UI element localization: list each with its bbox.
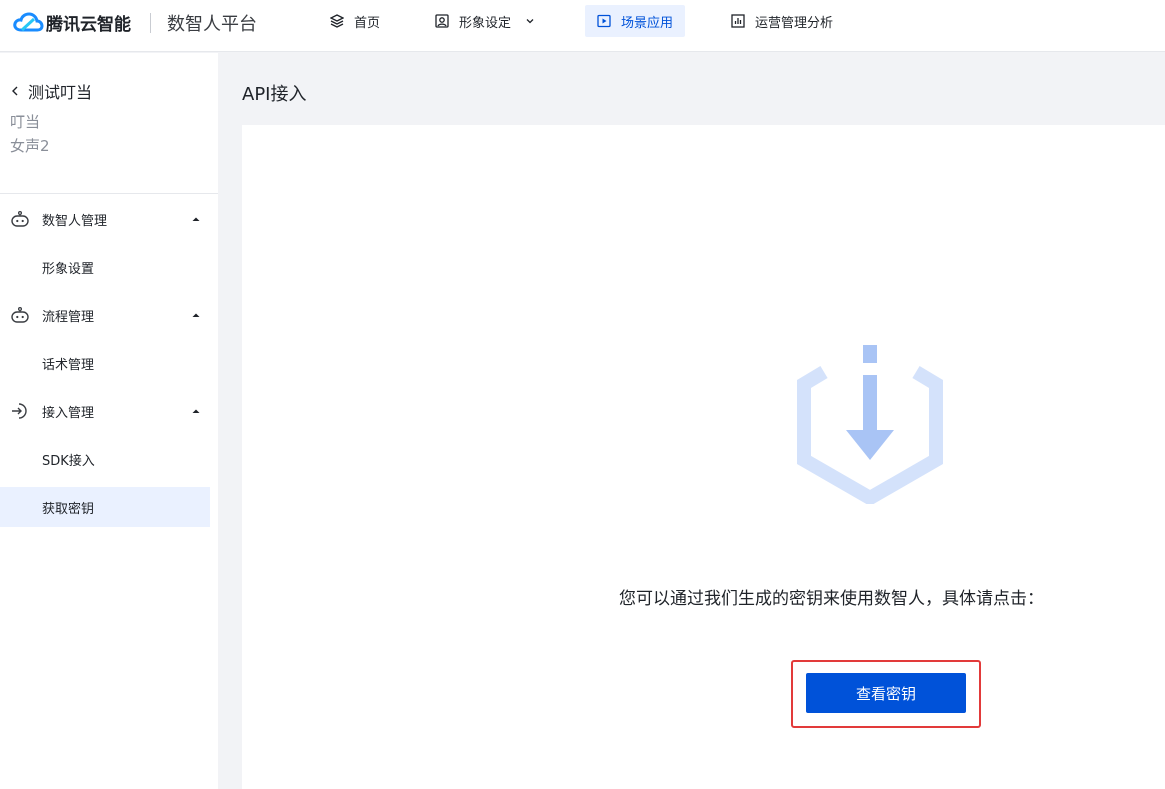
nav-ops-analysis[interactable]: 运营管理分析: [719, 5, 845, 37]
nav-home[interactable]: 首页: [318, 5, 392, 37]
cloud-logo-icon: [13, 12, 44, 32]
caret-up-icon: [192, 217, 200, 221]
caret-up-icon: [192, 409, 200, 413]
chevron-down-icon: [526, 19, 534, 24]
caret-up-icon: [192, 313, 200, 317]
logo-text: 腾讯云智能: [46, 14, 131, 35]
content-panel: [242, 125, 1165, 789]
platform-name: 数智人平台: [167, 14, 257, 35]
nav-scene-label: 场景应用: [621, 15, 674, 31]
view-key-button[interactable]: 查看密钥: [806, 673, 966, 713]
login-icon: [12, 403, 27, 419]
back-button[interactable]: 测试叮当: [10, 79, 92, 103]
sidebar-item-sdk[interactable]: SDK接入: [0, 439, 210, 479]
sidebar-group-access[interactable]: 接入管理: [0, 391, 218, 431]
sidebar-group-label: 接入管理: [42, 405, 95, 421]
portrait-icon: [435, 14, 449, 28]
robot-icon: [11, 210, 29, 227]
sidebar-item-label: 形象设置: [42, 261, 95, 277]
sidebar-item-get-key[interactable]: 获取密钥: [0, 487, 210, 527]
top-navbar: 腾讯云智能 数智人平台 首页 形象设定 场景应用 运营管理分析: [0, 0, 1165, 52]
sidebar-group-label: 数智人管理: [42, 213, 108, 229]
logo-divider: [150, 13, 151, 33]
sidebar: 测试叮当 叮当 女声2 数智人管理 形象设置 流程管理 话术管理 接入管理 SD…: [0, 53, 218, 789]
voice-name: 女声2: [10, 137, 50, 155]
download-hexagon-icon: [797, 345, 943, 504]
sidebar-group-label: 流程管理: [42, 309, 95, 325]
brand-logo[interactable]: 腾讯云智能: [12, 10, 131, 35]
sidebar-item-script[interactable]: 话术管理: [0, 343, 210, 383]
nav-scene-app[interactable]: 场景应用: [585, 5, 686, 37]
play-square-icon: [597, 14, 611, 28]
nav-image-settings[interactable]: 形象设定: [423, 5, 547, 37]
robot-icon: [11, 306, 29, 323]
sidebar-group-digital-human[interactable]: 数智人管理: [0, 199, 218, 239]
digital-human-name: 叮当: [10, 113, 41, 131]
chevron-left-icon: [12, 86, 18, 96]
sidebar-item-image-settings[interactable]: 形象设置: [0, 247, 210, 287]
sidebar-item-label: 获取密钥: [42, 501, 95, 517]
nav-ops-label: 运营管理分析: [755, 15, 834, 31]
sidebar-item-label: SDK接入: [42, 453, 95, 469]
page-title: API接入: [242, 84, 307, 105]
nav-image-label: 形象设定: [459, 15, 512, 31]
back-label: 测试叮当: [28, 83, 93, 102]
sidebar-group-flow[interactable]: 流程管理: [0, 295, 218, 335]
sidebar-divider: [0, 193, 218, 194]
nav-home-label: 首页: [354, 15, 381, 31]
sidebar-item-label: 话术管理: [42, 357, 95, 373]
bar-chart-icon: [731, 14, 745, 28]
description-text: 您可以通过我们生成的密钥来使用数智人，具体请点击：: [619, 589, 1044, 609]
layers-icon: [330, 14, 344, 28]
